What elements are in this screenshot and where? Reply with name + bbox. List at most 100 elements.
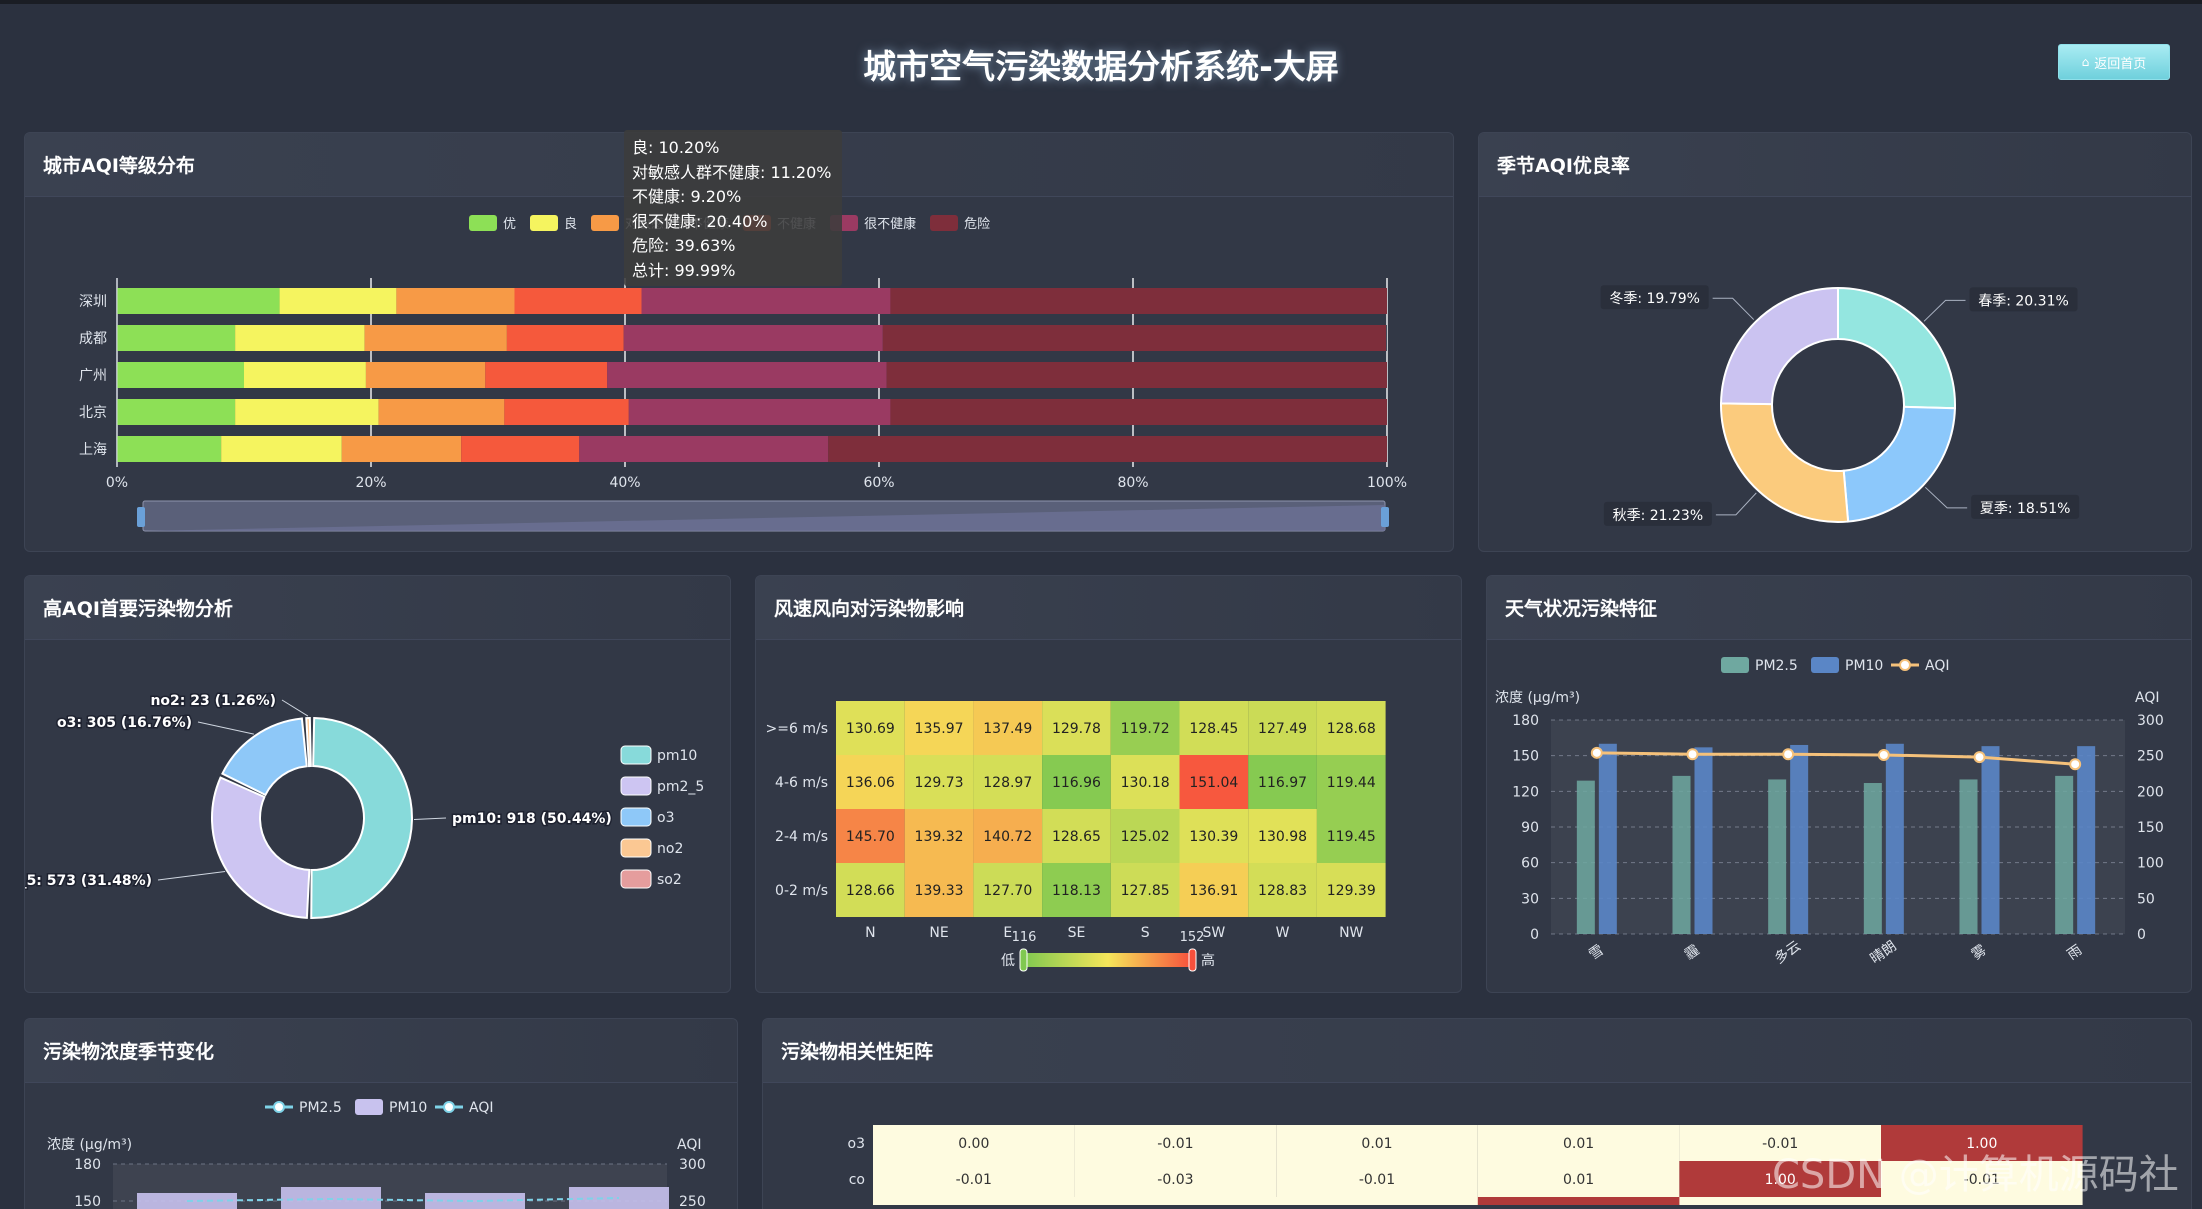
bar-segment <box>890 399 1387 425</box>
x-tick-label: 多云 <box>1771 937 1804 967</box>
cell-value: 119.72 <box>1121 721 1170 737</box>
donut-label: 春季: 20.31% <box>1978 293 2069 309</box>
y-tick-right: 300 <box>2137 713 2164 729</box>
page-title: 城市空气污染数据分析系统-大屏 <box>863 47 1339 86</box>
col-label: W <box>1276 925 1290 941</box>
bar-pm25 <box>1959 779 1978 934</box>
bar-segment <box>882 325 1387 351</box>
bar-pm25 <box>1576 780 1595 934</box>
cell-value: -0.01 <box>956 1172 992 1188</box>
y-tick-right: 200 <box>2137 784 2164 800</box>
window-top-edge <box>0 0 2202 4</box>
bar-segment <box>506 325 624 351</box>
y-tick-left: 30 <box>1521 891 1539 907</box>
aqi-point <box>1877 748 1890 761</box>
x-tick-label: 雾 <box>1969 942 1990 963</box>
tooltip-line: 总计: 99.99% <box>632 260 736 280</box>
donut-slice <box>1842 405 1956 523</box>
x-tick-label: 20% <box>355 475 386 491</box>
season-conc-panel: 污染物浓度季节变化 PM2.5 PM10 AQI 浓度 (μg/m³) AQI 180 30… <box>24 1018 738 1209</box>
cell-value: -0.03 <box>1157 1172 1193 1188</box>
donut-slice <box>310 717 413 919</box>
visual-map-low-label: 低 <box>1001 953 1015 969</box>
aqi-point <box>2069 758 2082 771</box>
y-tick-left: 150 <box>1512 749 1539 765</box>
y-tick-left: 60 <box>1521 856 1539 872</box>
pollutant-panel: 高AQI首要污染物分析 pm10: 918 (50.44%) pm2_5: 573… <box>24 575 731 993</box>
visual-map-handle-high <box>1188 948 1197 972</box>
legend-swatch <box>620 807 652 827</box>
season-donut-chart: 春季: 20.31% 夏季: 18.51% 秋季: 21.23% 冬季: 19.79%… <box>1600 285 2080 526</box>
weather-panel: 天气状况污染特征 PM2.5 PM10 AQI 浓度 (μg/m³) AQI 180 300… <box>1486 575 2192 993</box>
y-tick-right: 50 <box>2137 891 2155 907</box>
bar-segment <box>504 399 629 425</box>
col-label: NW <box>1339 925 1363 941</box>
row-label: 0-2 m/s <box>775 883 828 899</box>
bar-pm25 <box>1768 779 1787 934</box>
back-home-button[interactable]: ⌂ 返回首页 <box>2058 44 2170 80</box>
legend-label: pm10 <box>657 748 697 764</box>
cell-value: 136.91 <box>1189 883 1238 899</box>
bar-segment <box>117 362 244 388</box>
y-category-label: 上海 <box>79 442 107 458</box>
bar-segment <box>579 436 829 462</box>
tooltip-line: 不健康: 9.20% <box>632 187 742 207</box>
bar-pm10 <box>1694 747 1713 934</box>
data-zoom-handle-right <box>1381 507 1389 527</box>
x-tick-label: 霾 <box>1682 942 1703 963</box>
cell-value: 128.45 <box>1189 721 1238 737</box>
y-tick-right: 250 <box>679 1194 706 1209</box>
matrix-cell <box>1477 1197 1680 1205</box>
col-label: SW <box>1202 925 1225 941</box>
y-tick-left: 120 <box>1512 784 1539 800</box>
row-label: o3 <box>848 1136 865 1152</box>
cell-value: 151.04 <box>1189 775 1238 791</box>
y-tick-right: 100 <box>2137 856 2164 872</box>
legend-label: so2 <box>657 872 682 888</box>
bar-segment <box>341 436 462 462</box>
cell-value: 135.97 <box>915 721 964 737</box>
legend-label: PM10 <box>1845 658 1883 674</box>
legend-marker <box>443 1101 455 1113</box>
season-concentration-chart: PM2.5 PM10 AQI 浓度 (μg/m³) AQI 180 300 150 250 <box>47 1099 706 1209</box>
visual-map-handle-low <box>1019 948 1028 972</box>
cell-value: -0.01 <box>1359 1172 1395 1188</box>
legend-swatch <box>1721 657 1749 673</box>
donut-label: 冬季: 19.79% <box>1609 291 1700 307</box>
cell-value: -0.01 <box>1157 1136 1193 1152</box>
donut-label: no2: 23 (1.26%) <box>150 693 276 709</box>
legend-label: no2 <box>657 841 683 857</box>
row-label: 2-4 m/s <box>775 829 828 845</box>
legend-label: AQI <box>1925 658 1949 674</box>
y-axis-title-left: 浓度 (μg/m³) <box>1495 690 1580 706</box>
bar-segment <box>117 399 236 425</box>
bar-pm10 <box>2077 746 2096 934</box>
legend-swatch <box>1811 657 1839 673</box>
back-home-label: 返回首页 <box>2094 56 2147 72</box>
cell-value: 127.49 <box>1258 721 1307 737</box>
donut-label: 夏季: 18.51% <box>1980 501 2071 517</box>
y-tick-left: 150 <box>74 1194 101 1209</box>
legend-swatch <box>620 838 652 858</box>
donut-label: pm2_5: 573 (31.48%) <box>25 873 152 889</box>
cell-value: 129.39 <box>1327 883 1376 899</box>
bar-segment <box>641 288 891 314</box>
visual-map-max: 152 <box>1180 930 1205 945</box>
col-label: SE <box>1068 925 1086 941</box>
cell-value: 125.02 <box>1121 829 1170 845</box>
visual-map-min: 116 <box>1012 930 1037 945</box>
tooltip-line: 对敏感人群不健康: 11.20% <box>632 162 832 182</box>
cell-value: 140.72 <box>983 829 1032 845</box>
bar-pm10 <box>1790 744 1809 934</box>
legend-swatch <box>620 745 652 765</box>
label-leader-line <box>413 817 447 820</box>
pollutant-donut-chart: pm10: 918 (50.44%) pm2_5: 573 (31.48%) o3:… <box>25 692 704 919</box>
bar-segment <box>235 399 379 425</box>
tooltip-line: 很不健康: 20.40% <box>632 211 768 231</box>
donut-slice <box>211 776 311 919</box>
label-leader-line <box>1924 486 1968 509</box>
cell-value: 128.83 <box>1258 883 1307 899</box>
label-leader-line <box>1712 297 1755 320</box>
wind-heatmap: >=6 m/s 130.69 135.97 137.49 129.78 119.72 128… <box>766 701 1386 972</box>
bar-segment <box>396 288 515 314</box>
